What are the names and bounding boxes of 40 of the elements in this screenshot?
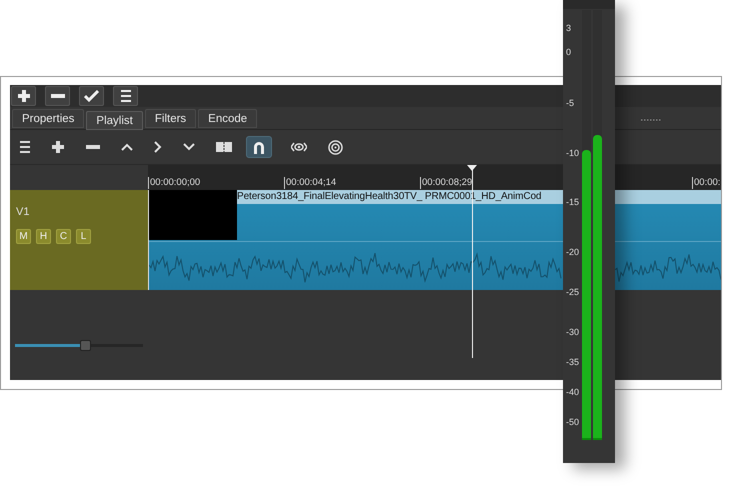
meter-scale-label: 0 [566, 47, 572, 57]
meter-scale-label: -10 [566, 148, 580, 158]
check-icon [84, 90, 99, 102]
menu-button[interactable] [113, 86, 138, 106]
meter-scale-label: -35 [566, 357, 580, 367]
playhead-marker-icon[interactable] [467, 165, 477, 171]
zoom-slider[interactable] [15, 340, 143, 351]
meter-scale-label: -50 [566, 417, 580, 427]
chevron-right-icon[interactable] [154, 141, 162, 153]
target-icon[interactable] [328, 140, 343, 154]
meter-scale-label: -30 [566, 327, 580, 337]
chevron-down-icon[interactable] [183, 143, 195, 151]
menu-icon [120, 90, 130, 102]
ruler-label: 00:00: [692, 177, 720, 189]
chevron-up-icon[interactable] [121, 143, 133, 151]
slider-handle[interactable] [80, 340, 92, 351]
tab[interactable]: Filters [144, 109, 196, 128]
tab[interactable]: Encode [198, 109, 258, 128]
magnet-icon [253, 140, 265, 154]
meter-scale-label: 3 [566, 23, 572, 33]
meter-scale-label: -40 [566, 387, 580, 397]
meter-scale-label: -15 [566, 197, 580, 207]
ruler-label: 00:00:04;14 [284, 177, 336, 189]
add-button[interactable] [11, 86, 36, 106]
ruler-label: 00:00:00;00 [148, 177, 200, 189]
meter-scale-label: -20 [566, 247, 580, 257]
apply-button[interactable] [79, 86, 104, 106]
remove-button[interactable] [45, 86, 70, 106]
snap-button[interactable] [246, 136, 272, 158]
tab[interactable]: Playlist [86, 111, 143, 130]
meter-scale-label: -5 [566, 98, 574, 108]
minus-icon [50, 94, 64, 98]
track-name: V1 [16, 206, 30, 218]
plus-icon [16, 89, 30, 103]
split-icon[interactable] [216, 142, 232, 152]
plus-icon[interactable] [51, 140, 65, 154]
tab[interactable]: Properties [12, 109, 84, 128]
meter-scale-label: -25 [566, 287, 580, 297]
ripple-icon[interactable] [291, 142, 307, 152]
menu-icon[interactable] [20, 141, 30, 153]
